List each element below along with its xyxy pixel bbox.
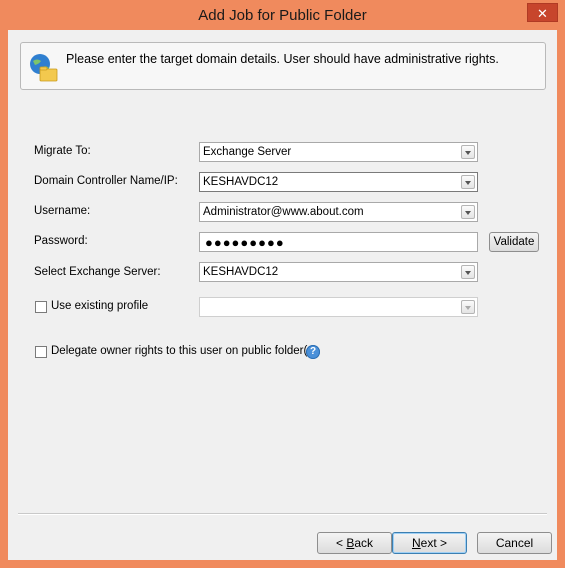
dialog-client-area: Please enter the target domain details. … [8,30,557,560]
window-title: Add Job for Public Folder [198,7,367,24]
back-prefix: < [335,536,347,550]
next-rest: ext [420,536,437,550]
use-existing-profile-checkbox[interactable] [35,301,47,313]
password-label: Password: [34,235,88,247]
cancel-button[interactable]: Cancel [477,532,552,554]
domain-controller-value: KESHAVDC12 [203,176,279,188]
title-bar[interactable]: Add Job for Public Folder ✕ [0,0,565,30]
domain-controller-select[interactable]: KESHAVDC12 [199,172,478,192]
next-accel: N [411,536,421,550]
migrate-to-select[interactable]: Exchange Server [199,142,478,162]
next-suffix: > [436,536,448,550]
info-message: Please enter the target domain details. … [66,52,499,66]
delegate-rights-label[interactable]: Delegate owner rights to this user on pu… [51,345,320,357]
password-masked-value: ●●●●●●●●● [205,235,285,250]
dialog-window: Add Job for Public Folder ✕ Please enter… [0,0,565,568]
next-button[interactable]: Next > [392,532,467,554]
username-value: Administrator@www.about.com [203,206,364,218]
chevron-down-icon [461,300,475,314]
exchange-server-label: Select Exchange Server: [34,266,161,278]
use-existing-profile-label[interactable]: Use existing profile [51,300,148,312]
close-icon: ✕ [537,6,548,21]
migrate-to-value: Exchange Server [203,146,292,158]
domain-controller-label: Domain Controller Name/IP: [34,175,178,187]
back-button[interactable]: < Back [317,532,392,554]
close-button[interactable]: ✕ [527,3,558,22]
info-panel: Please enter the target domain details. … [20,42,546,90]
chevron-down-icon[interactable] [461,145,475,159]
migrate-to-label: Migrate To: [34,145,91,157]
exchange-server-value: KESHAVDC12 [203,266,279,278]
exchange-server-select[interactable]: KESHAVDC12 [199,262,478,282]
chevron-down-icon[interactable] [461,175,475,189]
back-rest: ack [354,536,374,550]
delegate-rights-checkbox[interactable] [35,346,47,358]
chevron-down-icon[interactable] [461,265,475,279]
footer-divider [18,513,547,515]
validate-button[interactable]: Validate [489,232,539,252]
username-select[interactable]: Administrator@www.about.com [199,202,478,222]
password-field[interactable]: ●●●●●●●●● [199,232,478,252]
help-icon[interactable]: ? [306,345,320,359]
username-label: Username: [34,205,91,217]
existing-profile-select [199,297,478,317]
chevron-down-icon[interactable] [461,205,475,219]
globe-folder-icon [30,54,58,82]
